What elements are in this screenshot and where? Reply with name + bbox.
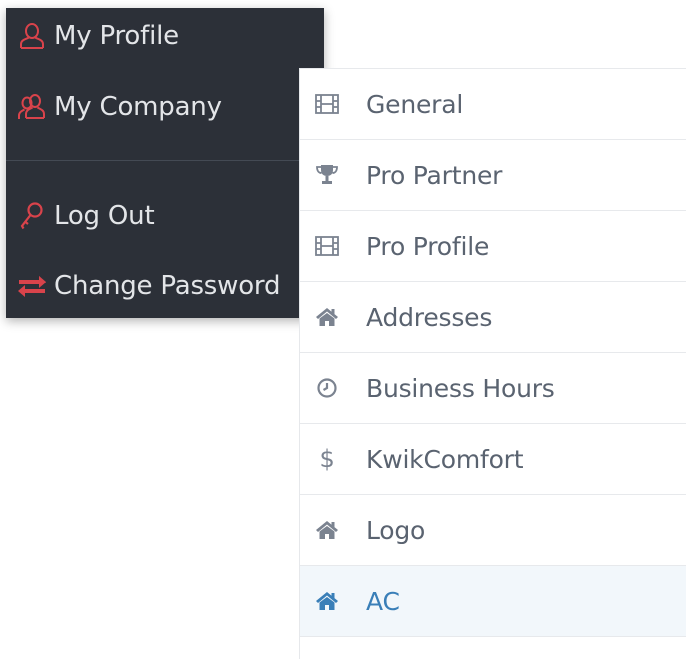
menu-item-my-company[interactable]: My Company: [6, 79, 324, 135]
menu-item-label: Log Out: [54, 201, 155, 231]
users-icon: [6, 93, 50, 121]
settings-nav-addresses[interactable]: Addresses: [300, 282, 686, 353]
settings-nav-next-item[interactable]: [300, 637, 686, 657]
home-icon: [312, 590, 342, 612]
clock-icon: [312, 377, 342, 399]
settings-nav-pro-partner[interactable]: Pro Partner: [300, 140, 686, 211]
settings-nav-label: Pro Partner: [366, 160, 503, 190]
home-icon: [312, 306, 342, 328]
settings-nav-label: Pro Profile: [366, 231, 490, 261]
menu-item-change-password[interactable]: Change Password: [6, 258, 324, 314]
menu-item-label: My Company: [54, 92, 222, 122]
menu-item-log-out[interactable]: Log Out: [6, 188, 324, 244]
key-icon: [6, 201, 50, 231]
home-icon: [312, 519, 342, 541]
menu-divider: [6, 160, 324, 161]
menu-item-my-profile[interactable]: My Profile: [6, 8, 324, 64]
settings-nav-business-hours[interactable]: Business Hours: [300, 353, 686, 424]
settings-nav-label: Business Hours: [366, 373, 555, 403]
settings-nav-logo[interactable]: Logo: [300, 495, 686, 566]
settings-nav-kwikcomfort[interactable]: $ KwikComfort: [300, 424, 686, 495]
settings-sidebar: General Pro Partner Pro Profile Addresse…: [299, 68, 686, 659]
trophy-icon: [312, 164, 342, 186]
user-icon: [6, 22, 50, 50]
user-dropdown-menu: My Profile My Company Log Out Change Pas…: [6, 8, 324, 318]
menu-item-label: Change Password: [54, 271, 281, 301]
settings-nav-ac[interactable]: AC: [300, 566, 686, 637]
exchange-icon: [6, 273, 50, 299]
menu-item-label: My Profile: [54, 21, 179, 51]
settings-nav-label: AC: [366, 586, 400, 616]
settings-nav-general[interactable]: General: [300, 68, 686, 140]
settings-nav-pro-profile[interactable]: Pro Profile: [300, 211, 686, 282]
settings-nav-label: General: [366, 89, 464, 119]
settings-nav-label: KwikComfort: [366, 444, 524, 474]
film-icon: [312, 236, 342, 256]
settings-nav-label: Addresses: [366, 302, 493, 332]
settings-nav-label: Logo: [366, 515, 426, 545]
film-icon: [312, 94, 342, 114]
dollar-icon: $: [319, 445, 335, 473]
